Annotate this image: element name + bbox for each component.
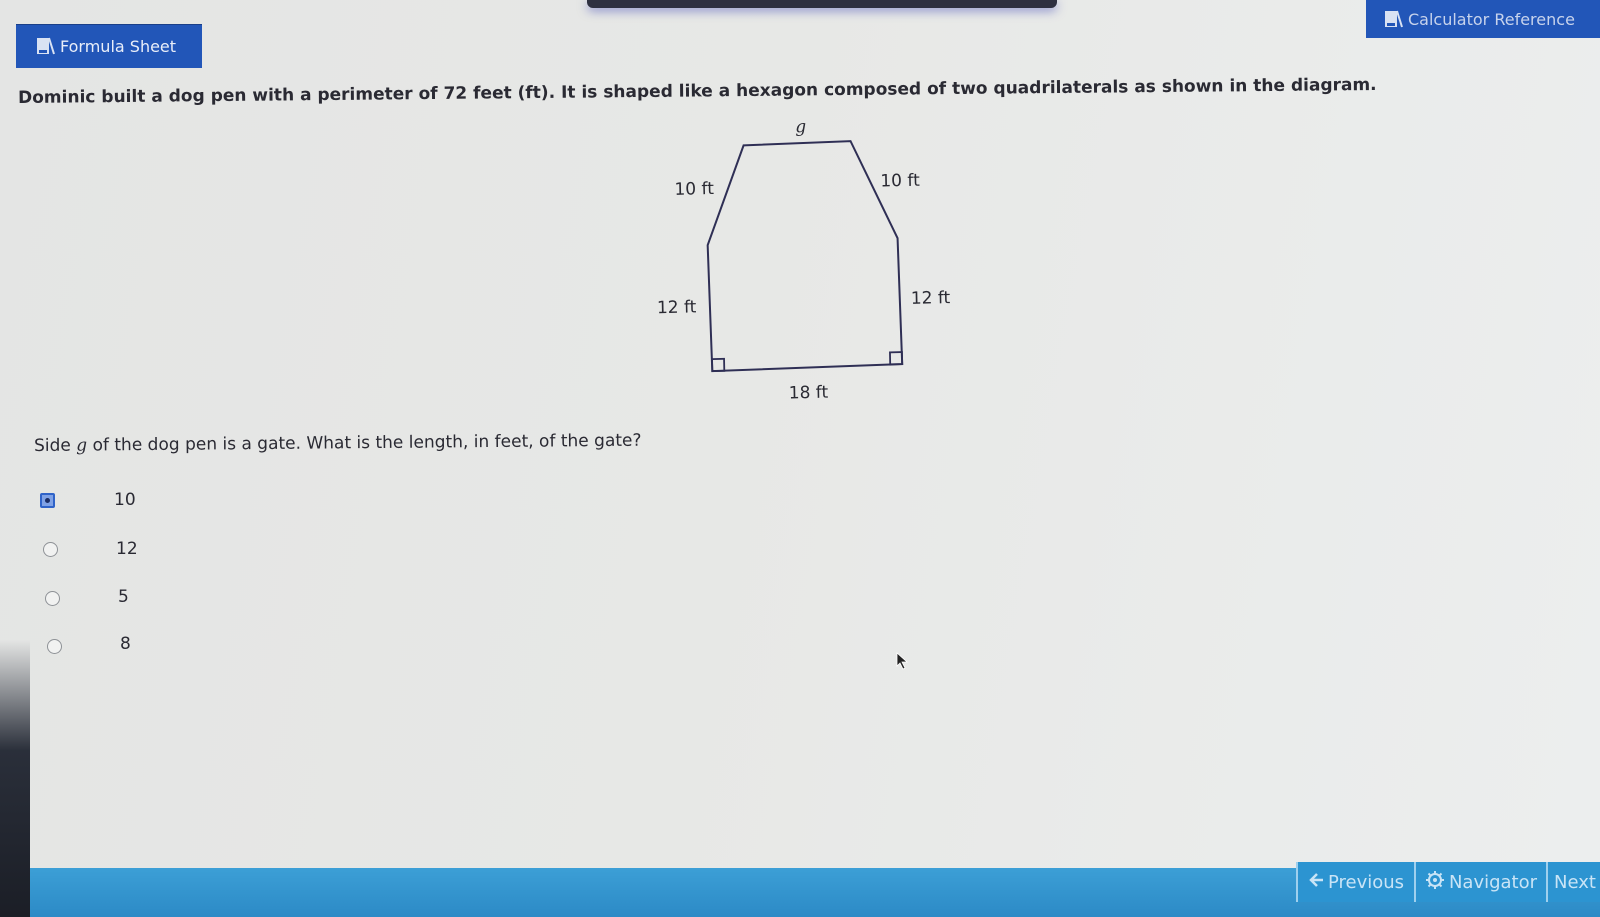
calculator-reference-label: Calculator Reference [1408,9,1575,29]
next-button[interactable]: Next [1546,862,1600,902]
right-angle-marker-right [889,351,904,366]
mouse-pointer-icon [896,652,909,670]
previous-label: Previous [1327,871,1405,893]
answer-choice[interactable] [45,591,60,606]
label-top: g [795,117,806,137]
right-angle-marker-left [711,357,726,372]
answer-choice[interactable] [47,639,62,654]
answer-choice-label: 8 [120,634,131,654]
label-left: 12 ft [657,297,697,318]
label-upper-right: 10 ft [880,171,920,192]
navigator-button[interactable]: Navigator [1414,862,1546,902]
answer-choice[interactable] [40,493,55,508]
book-icon [36,36,55,56]
formula-sheet-button[interactable]: Formula Sheet [16,24,202,68]
next-label: Next [1554,871,1596,893]
question-stem-before: Side [34,435,77,456]
answer-choice-label: 5 [118,587,129,607]
dog-pen-diagram: g 10 ft 10 ft 12 ft 12 ft 18 ft [657,117,951,404]
radio-button[interactable] [47,639,62,654]
top-tab-edge [587,0,1057,8]
label-bottom: 18 ft [789,383,829,404]
answer-choice-label: 12 [116,539,138,559]
screen-bezel [0,640,30,917]
answer-choice[interactable] [43,542,58,557]
answer-choice-label: 10 [114,490,136,510]
hexagon-shape [706,140,904,373]
test-screen: Formula Sheet Calculator Reference Domin… [0,0,1600,917]
radio-button[interactable] [45,591,60,606]
radio-button-selected[interactable] [40,493,55,508]
book-icon [1384,9,1403,29]
question-prompt: Dominic built a dog pen with a perimeter… [18,74,1377,108]
label-right: 12 ft [911,288,951,309]
question-stem: Side g of the dog pen is a gate. What is… [34,431,642,456]
question-stem-after: of the dog pen is a gate. What is the le… [87,430,642,456]
previous-button[interactable]: Previous [1296,862,1414,902]
question-stem-variable: g [76,435,88,456]
arrow-left-icon [1308,872,1324,893]
navigator-label: Navigator [1448,871,1538,893]
calculator-reference-button[interactable]: Calculator Reference [1366,0,1600,38]
gear-icon [1425,870,1445,895]
formula-sheet-label: Formula Sheet [60,36,177,56]
radio-button[interactable] [43,542,58,557]
label-upper-left: 10 ft [674,179,714,200]
